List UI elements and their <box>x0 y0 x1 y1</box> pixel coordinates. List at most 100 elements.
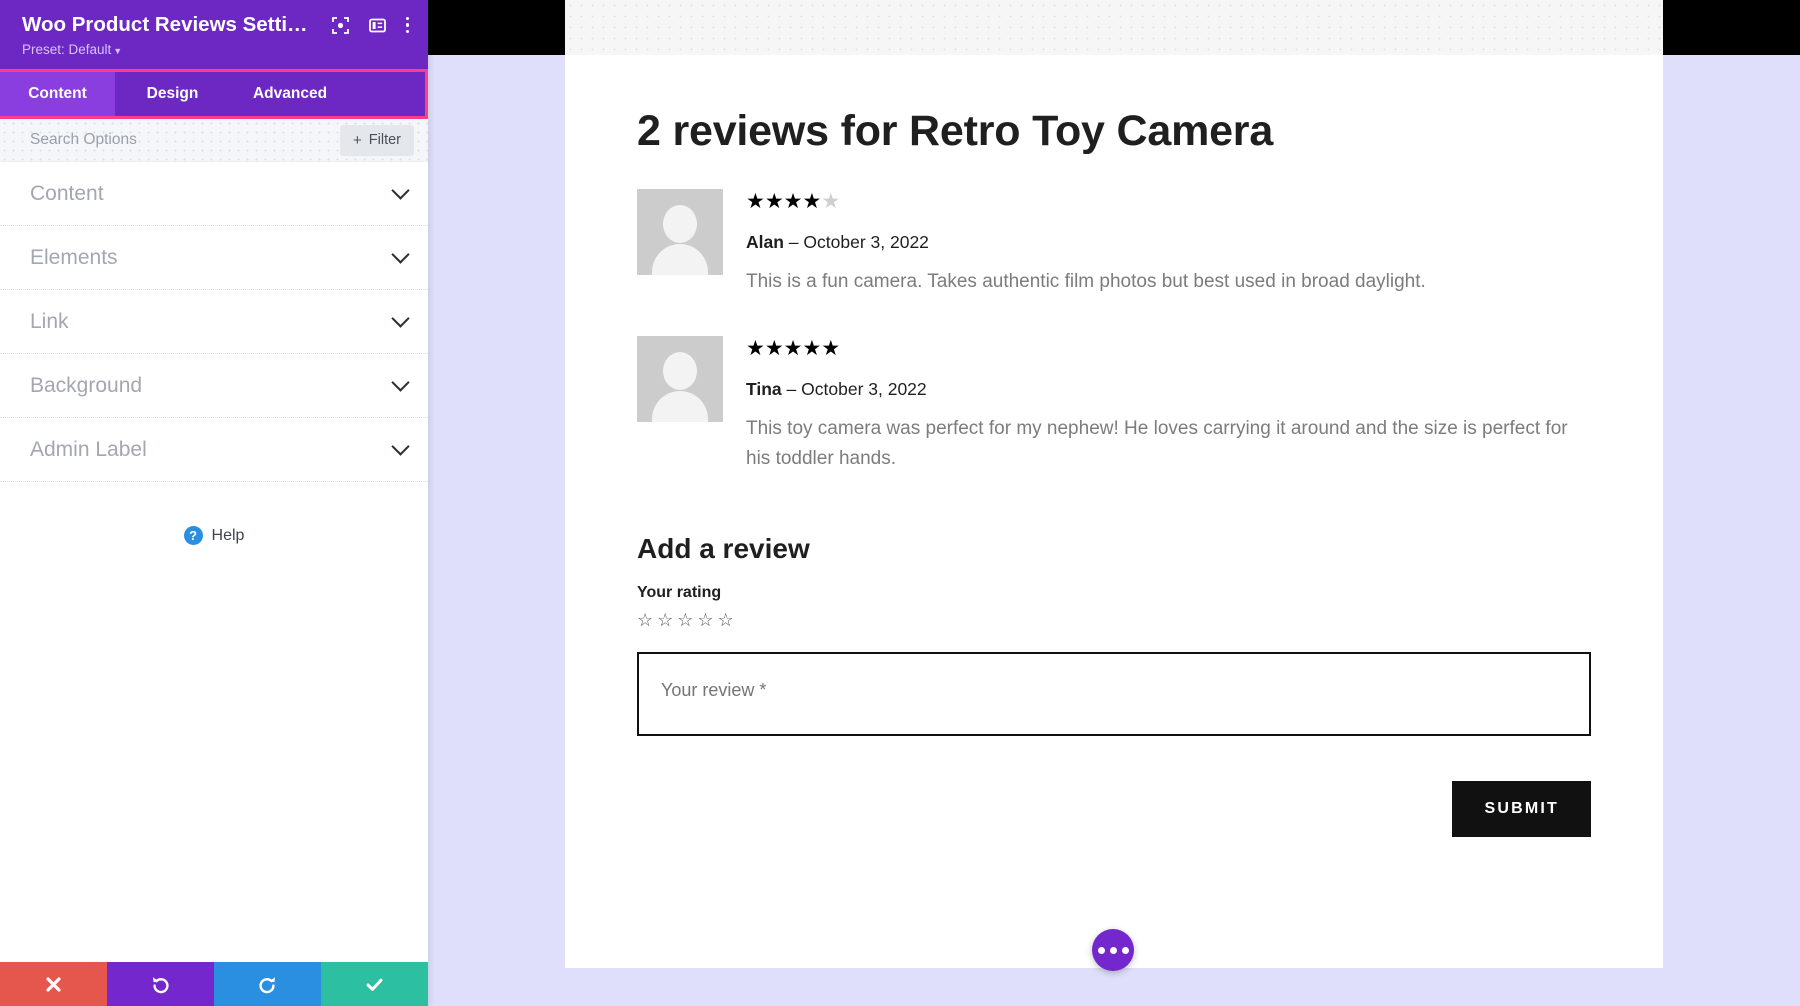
accordion-label: Content <box>30 181 104 205</box>
more-options-fab[interactable] <box>1092 929 1134 971</box>
chevron-down-icon: ▼ <box>113 46 123 56</box>
accordion-link[interactable]: Link <box>0 290 428 354</box>
redo-button[interactable] <box>214 962 321 1006</box>
avatar <box>637 336 723 423</box>
menu-dot-2 <box>405 23 409 27</box>
panel-title: Woo Product Reviews Setti… <box>22 13 308 36</box>
preset-label: Preset: Default <box>22 42 112 57</box>
menu-dot-1 <box>405 16 409 21</box>
screen: 2 reviews for Retro Toy Camera ★★★★★ Ala… <box>0 0 1800 1006</box>
more-vertical-icon[interactable] <box>405 16 409 34</box>
review-textarea[interactable] <box>637 651 1591 736</box>
preset-selector[interactable]: Preset: Default ▼ <box>22 42 409 57</box>
check-icon <box>366 978 383 991</box>
accordion-admin-label[interactable]: Admin Label <box>0 418 428 482</box>
accordion-label: Elements <box>30 245 118 269</box>
star-input[interactable]: ☆ <box>637 610 657 630</box>
review-date: October 3, 2022 <box>801 379 927 400</box>
undo-icon <box>153 976 169 993</box>
star: ★ <box>746 337 765 361</box>
submit-button[interactable]: SUBMIT <box>1452 780 1591 837</box>
review-item: ★★★★★ Alan – October 3, 2022 This is a f… <box>637 189 1591 296</box>
star: ★ <box>821 337 841 361</box>
accordion-list: Content Elements Link Background Admin L… <box>0 162 428 482</box>
star-rating-input[interactable]: ☆☆☆☆☆ <box>637 610 1591 631</box>
panel-tabs: Content Design Advanced <box>0 69 428 119</box>
star-input[interactable]: ☆ <box>657 610 677 630</box>
redo-icon <box>259 976 275 993</box>
star: ★ <box>764 190 784 214</box>
tab-design[interactable]: Design <box>115 72 230 116</box>
your-rating-label: Your rating <box>637 583 722 601</box>
review-date: October 3, 2022 <box>803 232 929 253</box>
help-label: Help <box>211 526 245 544</box>
avatar-body <box>652 391 708 423</box>
cancel-button[interactable] <box>0 962 107 1006</box>
avatar-body <box>652 244 708 276</box>
review-body: ★★★★★ Alan – October 3, 2022 This is a f… <box>723 189 1591 296</box>
undo-button[interactable] <box>107 962 214 1006</box>
page-preview: 2 reviews for Retro Toy Camera ★★★★★ Ala… <box>565 55 1663 968</box>
chevron-down-icon <box>391 373 410 392</box>
menu-dot-3 <box>405 29 409 34</box>
star: ★ <box>802 337 822 361</box>
panel-footer <box>0 962 428 1006</box>
accordion-elements[interactable]: Elements <box>0 226 428 290</box>
accordion-label: Background <box>30 373 143 397</box>
review-dash: – <box>781 379 802 400</box>
chevron-down-icon <box>391 437 410 456</box>
avatar <box>637 189 723 276</box>
star: ★ <box>821 190 841 214</box>
settings-panel: Woo Product Reviews Setti… Preset: Defau… <box>0 0 428 1006</box>
review-meta: Alan – October 3, 2022 <box>746 231 1591 254</box>
search-input[interactable] <box>30 131 340 149</box>
filter-button[interactable]: + Filter <box>340 124 414 156</box>
tab-content[interactable]: Content <box>0 72 115 116</box>
avatar-head <box>663 205 697 244</box>
layout-panel-icon[interactable] <box>368 17 386 34</box>
tab-advanced[interactable]: Advanced <box>230 72 350 116</box>
dot-3 <box>1121 946 1129 954</box>
star: ★ <box>783 337 803 361</box>
add-review-heading: Add a review <box>637 532 810 564</box>
accordion-label: Admin Label <box>30 437 147 461</box>
star-input[interactable]: ☆ <box>697 610 717 630</box>
plus-icon: + <box>353 131 362 149</box>
panel-header: Woo Product Reviews Setti… Preset: Defau… <box>0 0 428 69</box>
help-icon: ? <box>183 526 203 545</box>
star: ★ <box>783 190 803 214</box>
star-rating-display: ★★★★★ <box>746 191 1591 212</box>
chevron-down-icon <box>391 309 410 328</box>
star-input[interactable]: ☆ <box>677 610 697 630</box>
accordion-label: Link <box>30 309 69 333</box>
star: ★ <box>764 337 784 361</box>
star: ★ <box>802 190 822 214</box>
chevron-down-icon <box>391 245 410 264</box>
review-author: Tina <box>746 379 782 400</box>
help-link[interactable]: ? Help <box>0 526 428 545</box>
page-title: 2 reviews for Retro Toy Camera <box>637 107 1274 155</box>
star-rating-display: ★★★★★ <box>746 338 1591 359</box>
close-icon <box>46 976 61 992</box>
star: ★ <box>746 190 765 214</box>
dot-1 <box>1097 946 1105 954</box>
review-text: This toy camera was perfect for my nephe… <box>746 418 1568 469</box>
search-bar: + Filter <box>0 119 428 162</box>
review-text: This is a fun camera. Takes authentic fi… <box>746 270 1426 292</box>
review-author: Alan <box>746 232 784 253</box>
avatar-head <box>663 352 697 391</box>
filter-label: Filter <box>368 132 401 148</box>
review-body: ★★★★★ Tina – October 3, 2022 This toy ca… <box>723 336 1591 473</box>
focus-icon[interactable] <box>331 16 349 34</box>
review-meta: Tina – October 3, 2022 <box>746 378 1591 401</box>
dot-2 <box>1109 946 1117 954</box>
review-item: ★★★★★ Tina – October 3, 2022 This toy ca… <box>637 336 1591 473</box>
review-dash: – <box>783 232 804 253</box>
panel-spacer <box>0 545 428 962</box>
star-input[interactable]: ☆ <box>718 610 738 630</box>
accordion-content[interactable]: Content <box>0 162 428 226</box>
chevron-down-icon <box>391 181 410 200</box>
save-button[interactable] <box>321 962 428 1006</box>
submit-row: SUBMIT <box>637 780 1591 837</box>
accordion-background[interactable]: Background <box>0 354 428 418</box>
